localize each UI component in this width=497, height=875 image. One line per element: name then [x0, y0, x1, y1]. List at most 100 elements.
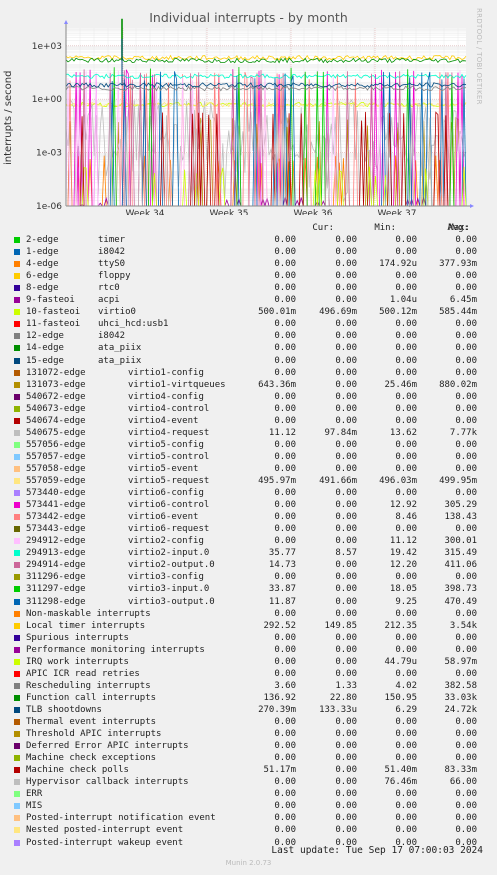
legend-row: 540673-edge virtio4-control 0.00 0.00 0.00 0.… [0, 403, 497, 415]
legend-cur-value: 0.00 [274, 235, 296, 245]
legend-swatch [14, 357, 20, 364]
legend-row: Rescheduling interrupts 3.60 1.33 4.02 382.5… [0, 680, 497, 692]
legend-series-name: Rescheduling interrupts [26, 680, 151, 691]
legend-series-name: 557058-edge [26, 463, 86, 474]
legend-series-label: timer [98, 235, 126, 245]
legend-swatch [14, 502, 20, 509]
legend-swatch [14, 285, 20, 292]
legend-row: 294914-edge virtio2-output.0 14.73 0.00 12.2… [0, 559, 497, 571]
legend-series-name: 540672-edge [26, 391, 86, 402]
legend-series-name: Hypervisor callback interrupts [26, 777, 189, 788]
legend-series-label: virtio6-request [128, 524, 210, 535]
legend-series-name: 311297-edge [26, 584, 86, 595]
legend-max-value: 0.00 [455, 524, 477, 535]
legend-max-value: 0.00 [455, 717, 477, 727]
legend-series-name: Local timer interrupts [26, 620, 146, 631]
legend-swatch [14, 670, 20, 677]
legend-row: 12-edge i8042 0.00 0.00 0.00 0.00 [0, 330, 497, 342]
legend-cur-value: 0.00 [274, 789, 296, 800]
legend-cur-value: 33.87 [268, 584, 296, 595]
legend-cur-value: 0.00 [274, 463, 296, 474]
legend-swatch [14, 755, 20, 762]
legend-series-label: virtio1-virtqueues [128, 379, 226, 390]
legend-row: 294913-edge virtio2-input.0 35.77 8.57 19.42… [0, 547, 497, 559]
legend-series-name: Posted-interrupt wakeup event [26, 837, 184, 848]
legend-row: 557057-edge virtio5-control 0.00 0.00 0.00 0.… [0, 451, 497, 463]
legend-cur-value: 0.00 [274, 656, 296, 667]
legend-series-name: Threshold APIC interrupts [26, 729, 162, 740]
legend-max-value: 0.00 [455, 283, 477, 294]
legend-swatch [14, 321, 20, 328]
legend-swatch [14, 345, 20, 352]
legend-max-value: 0.00 [455, 319, 477, 330]
legend-series-name: Deferred Error APIC interrupts [26, 741, 189, 752]
legend-series-name: Spurious interrupts [26, 632, 129, 643]
legend-max-value: 0.00 [455, 451, 477, 462]
legend-cur-value: 0.00 [274, 512, 296, 523]
legend-swatch [14, 273, 20, 280]
legend-swatch [14, 441, 20, 448]
legend-swatch [14, 538, 20, 545]
legend-cur-value: 0.00 [274, 777, 296, 788]
legend-cur-value: 0.00 [274, 343, 296, 354]
legend-series-name: 14-edge [26, 343, 64, 354]
legend-series-name: TLB shootdowns [26, 704, 102, 715]
legend-row: 8-edge rtc0 0.00 0.00 0.00 0.00 [0, 282, 497, 294]
legend-swatch [14, 249, 20, 256]
legend-cur-value: 0.00 [274, 259, 296, 270]
legend-max-value: 382.58 [444, 680, 477, 691]
legend-row: 294912-edge virtio2-config 0.00 0.00 11.12 30… [0, 535, 497, 547]
legend-row: 14-edge ata_piix 0.00 0.00 0.00 0.00 [0, 342, 497, 354]
legend-cur-value: 0.00 [274, 524, 296, 535]
legend-series-name: APIC ICR read retries [26, 668, 140, 679]
legend-series-name: 131073-edge [26, 379, 86, 390]
legend-series-name: 557057-edge [26, 451, 86, 462]
legend-max-value: 0.00 [455, 271, 477, 282]
legend-row: 311296-edge virtio3-config 0.00 0.00 0.00 0.0… [0, 571, 497, 583]
legend-series-name: 294913-edge [26, 548, 86, 559]
legend-cur-value: 0.00 [274, 536, 296, 547]
legend-series-name: MIS [26, 801, 43, 812]
legend-swatch [14, 791, 20, 798]
legend-swatch [14, 646, 20, 653]
legend-cur-value: 0.00 [274, 644, 296, 655]
legend-row: 557059-edge virtio5-request 495.97m 491.66m… [0, 475, 497, 487]
legend-series-label: virtio1-config [128, 367, 204, 378]
legend-row: Nested posted-interrupt event 0.00 0.00 0.0… [0, 824, 497, 836]
legend-row: IRQ work interrupts 0.00 0.00 44.79u 58.97m [0, 656, 497, 668]
legend-swatch [14, 658, 20, 665]
legend-max-value: 0.00 [455, 403, 477, 414]
legend-series-name: Thermal event interrupts [26, 717, 157, 727]
legend-cur-value: 11.12 [268, 427, 296, 438]
legend-max-value: 0.00 [455, 463, 477, 474]
legend-max-value: 0.00 [455, 343, 477, 354]
legend-max-value: 0.00 [455, 247, 477, 258]
legend-swatch [14, 333, 20, 340]
legend-series-label: virtio2-input.0 [128, 548, 210, 559]
legend-swatch [14, 417, 20, 424]
legend-series-label: ata_piix [98, 343, 142, 354]
legend-series-name: 10-fasteoi [26, 307, 81, 318]
legend-swatch [14, 381, 20, 388]
legend-swatch [14, 694, 20, 701]
legend-swatch [14, 827, 20, 834]
legend-cur-value: 0.00 [274, 451, 296, 462]
legend-cur-value: 0.00 [274, 391, 296, 402]
legend-cur-value: 292.52 [263, 620, 296, 631]
legend-cur-value: 0.00 [274, 488, 296, 499]
y-tick-label: 1e+03 [32, 42, 62, 52]
legend-max-value: 0.00 [455, 331, 477, 342]
legend-row: Non-maskable interrupts 0.00 0.00 0.00 0.00 [0, 608, 497, 620]
legend-row: Thermal event interrupts 0.00 0.00 0.00 0.00 [0, 716, 497, 728]
legend-max-value: 0.00 [455, 729, 477, 740]
legend-cur-value: 0.00 [274, 439, 296, 450]
legend-max-value: 0.00 [455, 753, 477, 764]
legend-cur-value: 495.97m [258, 476, 296, 486]
legend-cur-value: 0.00 [274, 355, 296, 366]
legend-row: 573441-edge virtio6-control 0.00 0.00 12.92 3… [0, 499, 497, 511]
legend-series-label: virtio2-config [128, 536, 204, 547]
legend-series-name: 540675-edge [26, 427, 86, 438]
legend-max-value: 0.00 [455, 572, 477, 583]
legend-swatch [14, 514, 20, 521]
legend-swatch [14, 803, 20, 810]
